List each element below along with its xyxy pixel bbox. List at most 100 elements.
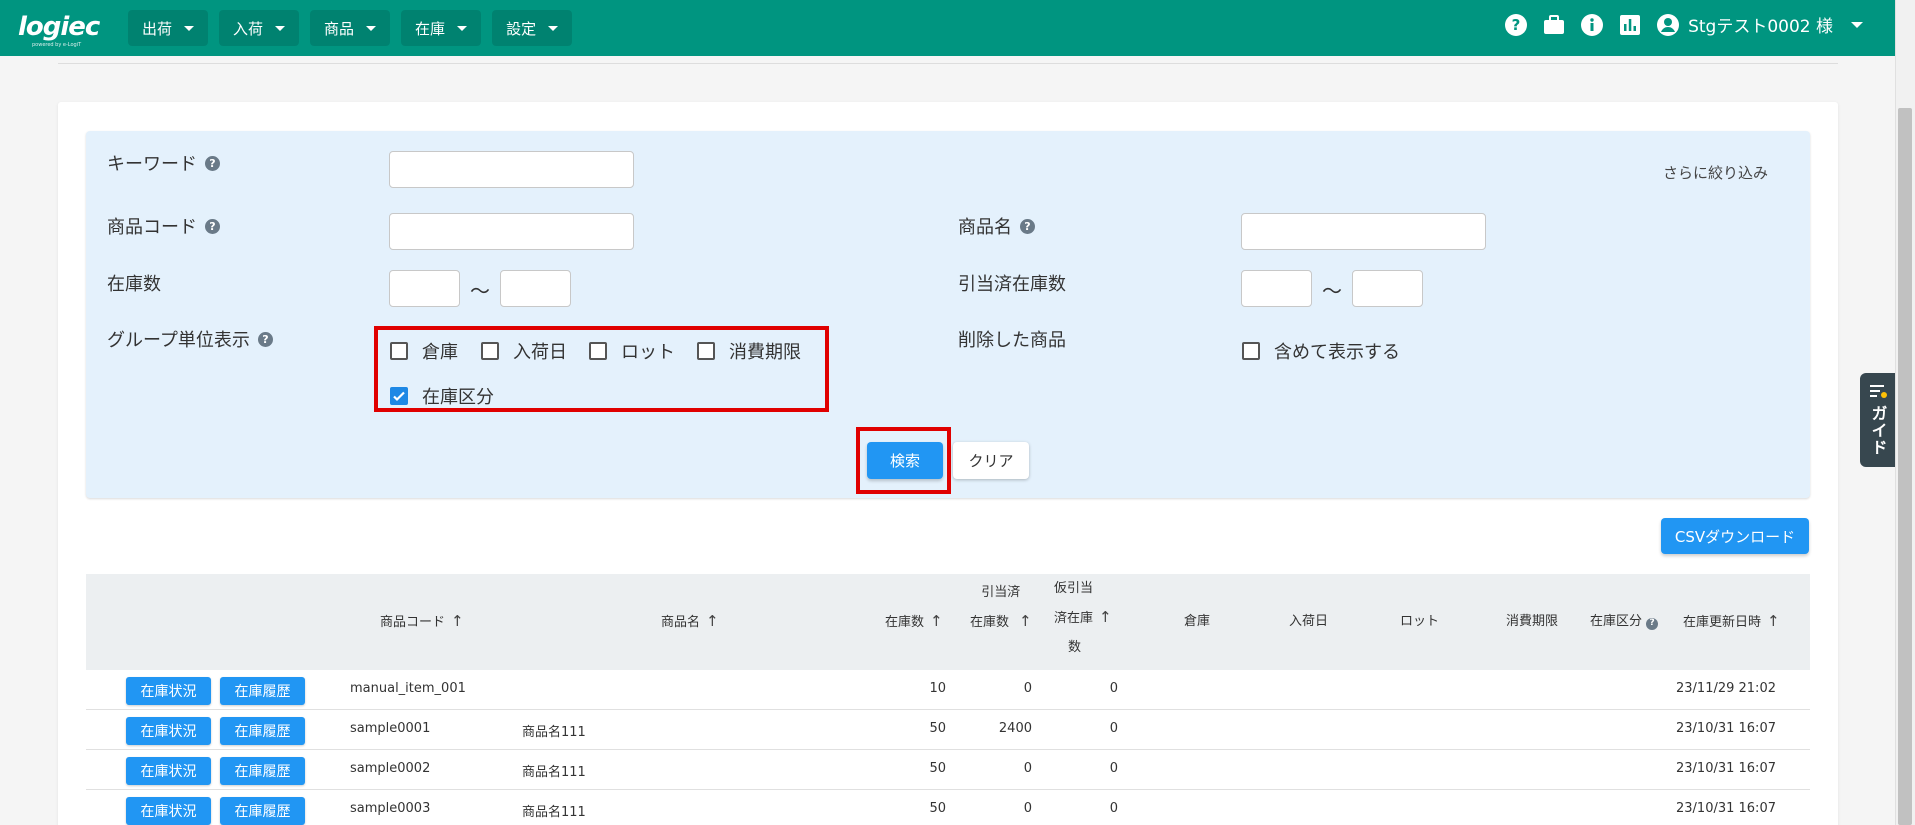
keyword-input[interactable] <box>389 151 634 188</box>
group-option-expiry[interactable]: 消費期限 <box>697 338 801 364</box>
stock-qty-max-input[interactable] <box>500 270 571 307</box>
group-option-stock-type[interactable]: 在庫区分 <box>390 383 494 409</box>
allocated-qty-label: 引当済在庫数 <box>958 274 1066 295</box>
divider <box>58 63 1838 64</box>
col-item-code[interactable]: 商品コード ↑ <box>380 607 464 637</box>
search-button[interactable]: 検索 <box>867 442 943 479</box>
col-provisional-qty[interactable]: 仮引当 済在庫 ↑ 数 <box>1054 574 1112 662</box>
sort-arrow-icon: ↑ <box>706 612 719 630</box>
logo-text: logiec <box>18 12 100 42</box>
option-label: 入荷日 <box>513 342 567 363</box>
cell-item-name: 商品名111 <box>522 805 586 820</box>
table-row: 在庫状況 在庫履歴 sample0003 商品名111 50 0 0 23/10… <box>86 790 1810 825</box>
group-option-arrival-date[interactable]: 入荷日 <box>481 338 567 364</box>
checkbox-unchecked-icon <box>481 342 499 360</box>
briefcase-icon[interactable] <box>1542 13 1566 37</box>
item-code-label: 商品コード? <box>107 213 220 239</box>
table-row: 在庫状況 在庫履歴 sample0002 商品名111 50 0 0 23/10… <box>86 750 1810 790</box>
stock-status-button[interactable]: 在庫状況 <box>126 717 211 745</box>
cell-item-name: 商品名111 <box>522 725 586 740</box>
col-label: 在庫区分 <box>1590 614 1643 629</box>
account-icon <box>1657 13 1680 36</box>
allocated-qty-max-input[interactable] <box>1352 270 1423 307</box>
col-label-line: 在庫数 <box>970 615 1010 630</box>
help-icon[interactable]: ? <box>1020 218 1035 234</box>
sort-arrow-icon: ↑ <box>930 612 943 630</box>
col-label: 商品名 <box>661 615 701 630</box>
menu-receiving[interactable]: 入荷 <box>219 10 300 46</box>
col-updated-at[interactable]: 在庫更新日時 ↑ <box>1683 607 1780 637</box>
cell-item-code: sample0003 <box>350 801 431 816</box>
include-deleted-checkbox[interactable]: 含めて表示する <box>1242 338 1400 364</box>
svg-text:?: ? <box>1512 16 1521 34</box>
cell-updated-at: 23/10/31 16:07 <box>1676 721 1776 736</box>
stock-status-button[interactable]: 在庫状況 <box>126 797 211 825</box>
help-icon[interactable]: ? <box>205 218 220 234</box>
info-icon[interactable] <box>1580 13 1604 37</box>
more-filters-link[interactable]: さらに絞り込み <box>1663 162 1768 183</box>
guide-tab[interactable]: ガイド <box>1860 373 1895 467</box>
stock-history-button[interactable]: 在庫履歴 <box>220 717 305 745</box>
csv-download-button[interactable]: CSVダウンロード <box>1661 518 1809 554</box>
logo-subtext: powered by e-LogiT <box>32 42 82 48</box>
help-icon[interactable]: ? <box>257 331 273 347</box>
sort-arrow-icon: ↑ <box>1767 612 1780 630</box>
stock-history-button[interactable]: 在庫履歴 <box>220 757 305 785</box>
stock-status-button[interactable]: 在庫状況 <box>126 757 211 785</box>
col-allocated-qty[interactable]: 引当済 在庫数 ↑ <box>970 579 1032 637</box>
help-icon[interactable]: ? <box>1504 13 1528 37</box>
clear-button[interactable]: クリア <box>953 442 1029 479</box>
menu-shipping[interactable]: 出荷 <box>128 10 209 46</box>
stock-history-button[interactable]: 在庫履歴 <box>220 797 305 825</box>
stock-qty-min-input[interactable] <box>389 270 460 307</box>
caret-down-icon <box>275 25 286 31</box>
range-separator: ～ <box>1322 279 1342 303</box>
menu-label: 在庫 <box>415 19 446 38</box>
table-header: 商品コード ↑ 商品名 ↑ 在庫数 ↑ 引当済 在庫数 ↑ 仮引当 済在庫 ↑ 数 倉庫 … <box>86 574 1810 670</box>
col-item-name[interactable]: 商品名 ↑ <box>661 607 719 637</box>
menu-items[interactable]: 商品 <box>310 10 391 46</box>
cell-provisional-qty: 0 <box>1109 721 1118 736</box>
col-label: 商品コード <box>380 615 446 630</box>
checkbox-unchecked-icon <box>697 342 715 360</box>
group-option-warehouse[interactable]: 倉庫 <box>390 338 458 364</box>
cell-provisional-qty: 0 <box>1109 761 1118 776</box>
cell-updated-at: 23/10/31 16:07 <box>1676 761 1776 776</box>
stock-status-button[interactable]: 在庫状況 <box>126 677 211 705</box>
group-option-lot[interactable]: ロット <box>589 338 675 364</box>
menu-settings[interactable]: 設定 <box>492 10 573 46</box>
logo[interactable]: logiec powered by e-LogiT <box>18 12 100 48</box>
stock-history-button[interactable]: 在庫履歴 <box>220 677 305 705</box>
item-name-input[interactable] <box>1241 213 1486 250</box>
main-menu: 出荷 入荷 商品 在庫 設定 <box>128 10 573 46</box>
cell-provisional-qty: 0 <box>1109 801 1118 816</box>
sort-arrow-icon: ↑ <box>1099 608 1112 626</box>
menu-label: 商品 <box>324 19 355 38</box>
navbar-right: ? Stgテスト0002 様 <box>1504 12 1863 37</box>
user-name: Stgテスト0002 様 <box>1688 17 1833 37</box>
scrollbar-thumb[interactable] <box>1898 108 1912 825</box>
checkbox-unchecked-icon <box>1242 342 1260 360</box>
col-label-line: 仮引当 <box>1054 581 1094 596</box>
help-icon[interactable]: ? <box>1646 617 1659 630</box>
chart-icon[interactable] <box>1618 13 1642 37</box>
allocated-qty-min-input[interactable] <box>1241 270 1312 307</box>
stock-qty-label: 在庫数 <box>107 274 161 295</box>
caret-down-icon <box>366 25 377 31</box>
caret-down-icon <box>457 25 468 31</box>
col-expiry: 消費期限 <box>1506 614 1559 629</box>
checkbox-checked-icon <box>390 387 408 405</box>
item-code-input[interactable] <box>389 213 634 250</box>
range-separator: ～ <box>470 279 490 303</box>
menu-inventory[interactable]: 在庫 <box>401 10 482 46</box>
caret-down-icon <box>1851 21 1863 28</box>
col-label: 在庫更新日時 <box>1683 615 1762 630</box>
table-row: 在庫状況 在庫履歴 sample0001 商品名111 50 2400 0 23… <box>86 710 1810 750</box>
col-label-line: 引当済 <box>981 585 1021 600</box>
help-icon[interactable]: ? <box>205 155 220 171</box>
user-menu[interactable]: Stgテスト0002 様 <box>1656 12 1863 37</box>
col-stock-qty[interactable]: 在庫数 ↑ <box>885 607 943 637</box>
option-label: ロット <box>621 342 675 363</box>
option-label: 消費期限 <box>729 342 801 363</box>
cell-stock-qty: 50 <box>929 761 946 776</box>
